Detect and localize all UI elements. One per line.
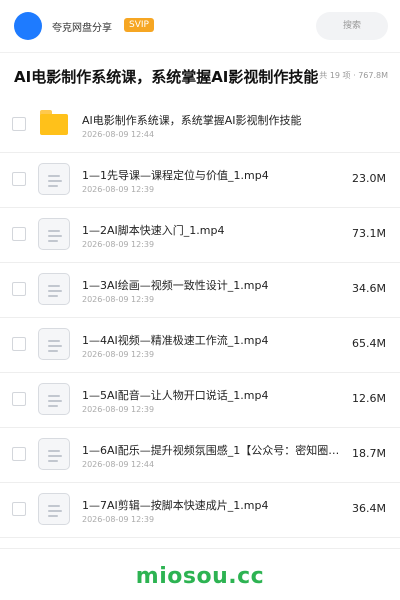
list-item[interactable]: 1—6AI配乐—提升视频氛围感_1【公众号：密知圈… 2026-08-09 12:… xyxy=(0,428,400,483)
file-size: 34.6M xyxy=(352,282,386,295)
select-checkbox[interactable] xyxy=(12,392,26,406)
file-size: 65.4M xyxy=(352,337,386,350)
folder-meta: 共 19 项 · 767.8M xyxy=(319,71,388,80)
file-name[interactable]: AI电影制作系统课，系统掌握AI影视制作技能 xyxy=(82,112,302,128)
search-input[interactable]: 搜索 xyxy=(316,12,388,40)
select-checkbox[interactable] xyxy=(12,502,26,516)
video-file-icon xyxy=(38,328,70,360)
page-title: AI电影制作系统课，系统掌握AI影视制作技能 xyxy=(14,68,319,86)
list-item[interactable]: 1—7AI剪辑—按脚本快速成片_1.mp4 2026-08-09 12:39 36.… xyxy=(0,483,400,538)
file-size: 12.6M xyxy=(352,392,386,405)
file-name[interactable]: 1—7AI剪辑—按脚本快速成片_1.mp4 xyxy=(82,497,268,513)
file-date: 2026-08-09 12:39 xyxy=(82,350,155,359)
video-file-icon xyxy=(38,383,70,415)
file-size: 18.7M xyxy=(352,447,386,460)
file-name[interactable]: 1—4AI视频—精准极速工作流_1.mp4 xyxy=(82,332,268,348)
user-name: 夸克网盘分享 xyxy=(52,23,112,34)
file-name[interactable]: 1—6AI配乐—提升视频氛围感_1【公众号：密知圈… xyxy=(82,442,339,458)
video-file-icon xyxy=(38,218,70,250)
folder-header: AI电影制作系统课，系统掌握AI影视制作技能 共 19 项 · 767.8M xyxy=(0,52,400,98)
file-name[interactable]: 1—1先导课—课程定位与价值_1.mp4 xyxy=(82,167,269,183)
file-date: 2026-08-09 12:39 xyxy=(82,515,155,524)
file-date: 2026-08-09 12:44 xyxy=(82,130,155,139)
select-checkbox[interactable] xyxy=(12,117,26,131)
file-date: 2026-08-09 12:39 xyxy=(82,185,155,194)
video-file-icon xyxy=(38,273,70,305)
file-size: 73.1M xyxy=(352,227,386,240)
select-checkbox[interactable] xyxy=(12,172,26,186)
select-checkbox[interactable] xyxy=(12,227,26,241)
file-name[interactable]: 1—2AI脚本快速入门_1.mp4 xyxy=(82,222,224,238)
svip-badge: SVIP xyxy=(124,18,154,32)
video-file-icon xyxy=(38,493,70,525)
folder-icon xyxy=(38,108,70,140)
list-item[interactable]: 1—3AI绘画—视频一致性设计_1.mp4 2026-08-09 12:39 34.… xyxy=(0,263,400,318)
divider xyxy=(0,548,400,549)
file-name[interactable]: 1—5AI配音—让人物开口说话_1.mp4 xyxy=(82,387,268,403)
list-item[interactable]: AI电影制作系统课，系统掌握AI影视制作技能 2026-08-09 12:44 xyxy=(0,98,400,153)
select-checkbox[interactable] xyxy=(12,282,26,296)
video-file-icon xyxy=(38,163,70,195)
file-date: 2026-08-09 12:39 xyxy=(82,240,155,249)
list-item[interactable]: 1—5AI配音—让人物开口说话_1.mp4 2026-08-09 12:39 12.… xyxy=(0,373,400,428)
file-size: 23.0M xyxy=(352,172,386,185)
avatar[interactable] xyxy=(14,12,42,40)
watermark: miosou.cc xyxy=(135,564,265,589)
top-bar: 夸克网盘分享 SVIP 搜索 xyxy=(0,0,400,53)
select-checkbox[interactable] xyxy=(12,337,26,351)
file-size: 36.4M xyxy=(352,502,386,515)
file-list: AI电影制作系统课，系统掌握AI影视制作技能 2026-08-09 12:44 1—… xyxy=(0,98,400,538)
file-date: 2026-08-09 12:39 xyxy=(82,405,155,414)
video-file-icon xyxy=(38,438,70,470)
file-date: 2026-08-09 12:39 xyxy=(82,295,155,304)
list-item[interactable]: 1—2AI脚本快速入门_1.mp4 2026-08-09 12:39 73.1M xyxy=(0,208,400,263)
list-item[interactable]: 1—4AI视频—精准极速工作流_1.mp4 2026-08-09 12:39 65.… xyxy=(0,318,400,373)
file-name[interactable]: 1—3AI绘画—视频一致性设计_1.mp4 xyxy=(82,277,268,293)
file-date: 2026-08-09 12:44 xyxy=(82,460,155,469)
select-checkbox[interactable] xyxy=(12,447,26,461)
list-item[interactable]: 1—1先导课—课程定位与价值_1.mp4 2026-08-09 12:39 23.0… xyxy=(0,153,400,208)
